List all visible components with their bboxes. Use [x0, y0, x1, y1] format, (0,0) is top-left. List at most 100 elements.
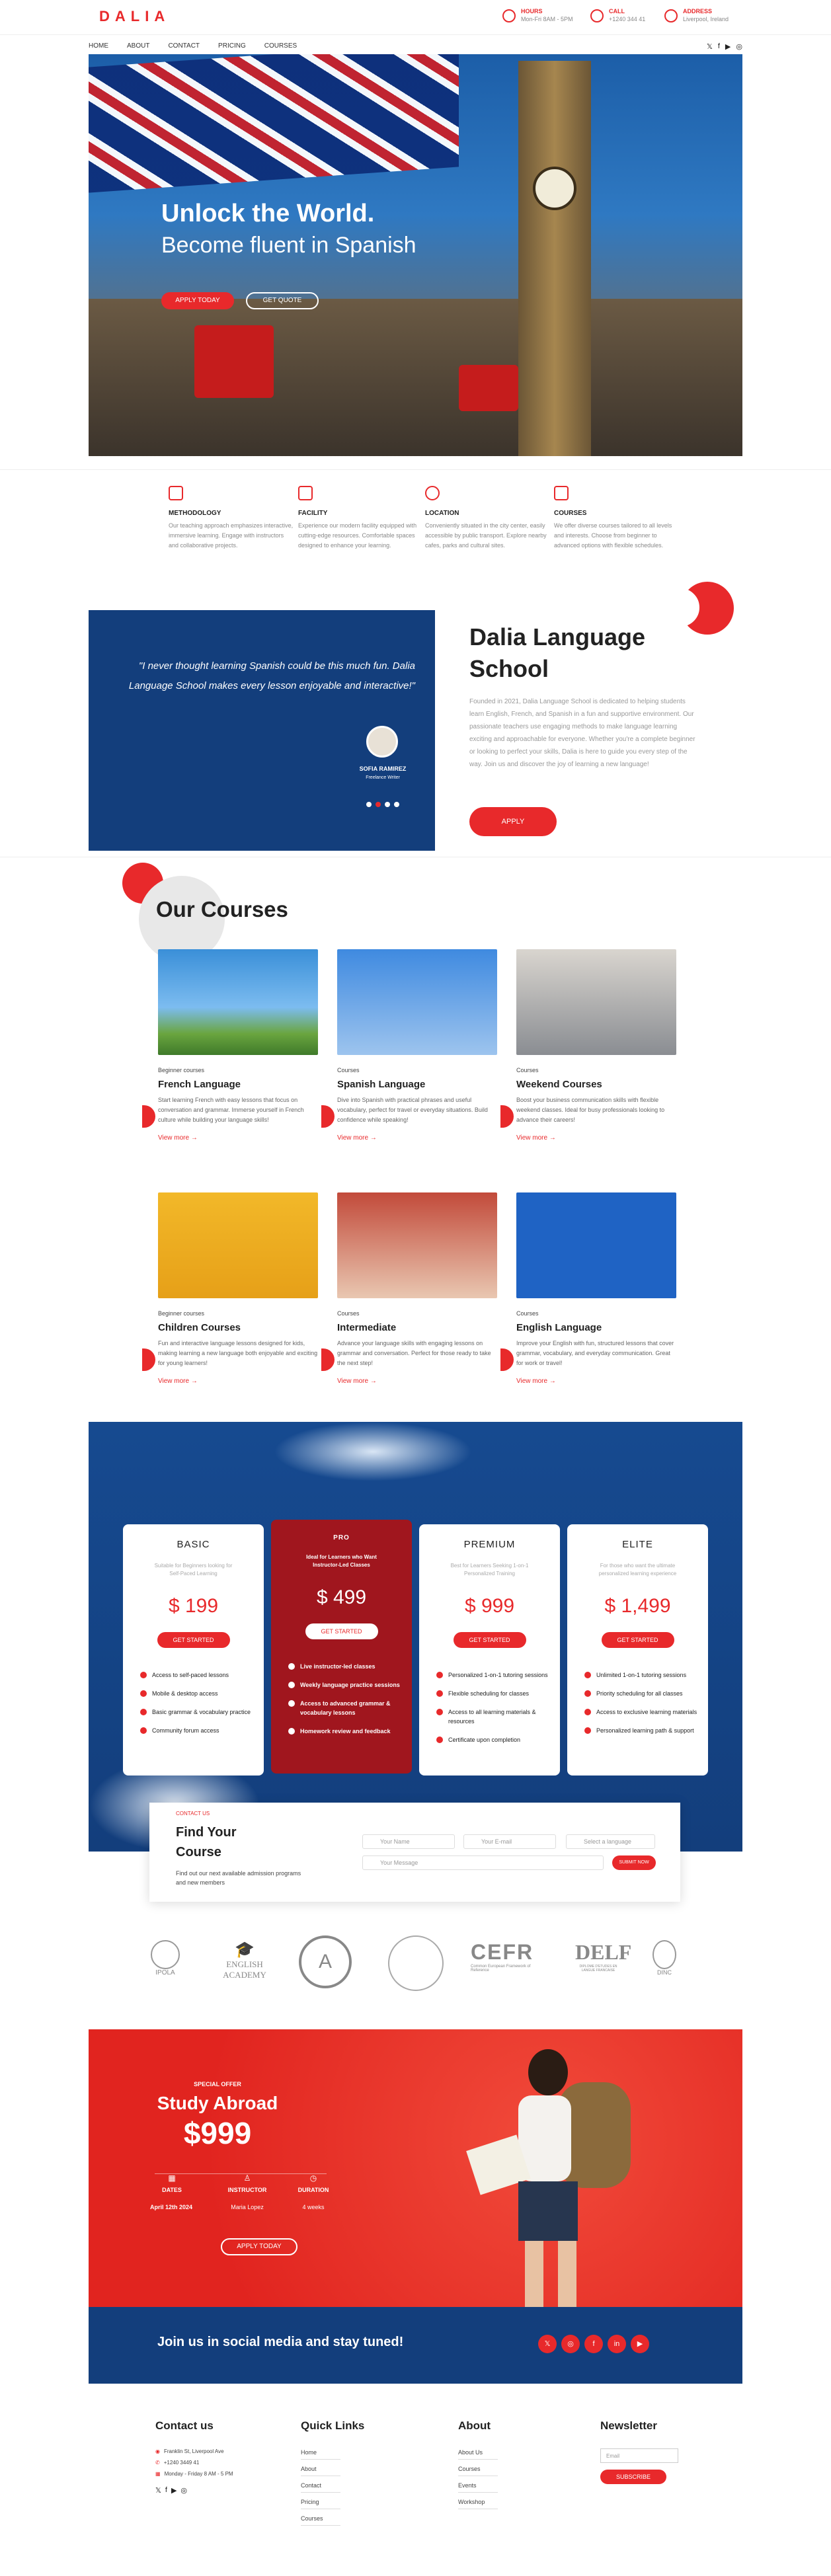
plan-feature: Access to all learning materials & resou… — [436, 1707, 560, 1726]
subscribe-button[interactable]: SUBSCRIBE — [600, 2470, 666, 2484]
dates-label: DATES — [162, 2187, 182, 2193]
course-card-french[interactable]: Beginner courses French Language Start l… — [142, 949, 318, 1142]
map-pin-icon — [664, 9, 678, 22]
feature-text: Our teaching approach emphasizes interac… — [169, 522, 294, 549]
footer-link-courses[interactable]: Courses — [301, 2509, 340, 2526]
x-icon[interactable]: 𝕏 — [538, 2335, 557, 2353]
footer-link-home[interactable]: Home — [301, 2443, 340, 2460]
dot[interactable] — [385, 802, 390, 807]
plan-feature: Live instructor-led classes — [288, 1662, 412, 1671]
youtube-icon[interactable]: ▶ — [171, 2486, 177, 2495]
nav-courses[interactable]: COURSES — [264, 42, 297, 50]
get-started-button[interactable]: GET STARTED — [157, 1632, 230, 1648]
course-category: Beginner courses — [158, 1310, 205, 1317]
testimonial-quote: "I never thought learning Spanish could … — [128, 660, 415, 691]
contact-title-line1: Find Your — [176, 1825, 237, 1840]
course-image-spain-flag[interactable] — [337, 949, 497, 1055]
course-image-group[interactable] — [516, 949, 676, 1055]
dot[interactable] — [366, 802, 372, 807]
hero-big-ben-image — [518, 61, 591, 456]
footer-link-courses[interactable]: Courses — [458, 2460, 498, 2476]
offer-apply-button[interactable]: APPLY TODAY — [221, 2238, 297, 2255]
arrow-right-icon: → — [549, 1378, 556, 1385]
view-more-link[interactable]: View more → — [516, 1134, 676, 1142]
name-input[interactable]: Your Name — [362, 1834, 455, 1849]
plan-feature: Flexible scheduling for classes — [436, 1689, 560, 1698]
course-card-children[interactable]: Beginner courses Children Courses Fun an… — [142, 1192, 318, 1385]
footer-link-pricing[interactable]: Pricing — [301, 2493, 340, 2509]
facebook-icon[interactable]: f — [165, 2486, 167, 2495]
feature-title: METHODOLOGY — [169, 510, 221, 517]
footer-link-contact[interactable]: Contact — [301, 2476, 340, 2493]
footer-link-about-us[interactable]: About Us — [458, 2443, 498, 2460]
footer-link-events[interactable]: Events — [458, 2476, 498, 2493]
get-started-button[interactable]: GET STARTED — [601, 1632, 674, 1648]
course-card-english[interactable]: Courses English Language Improve your En… — [500, 1192, 676, 1385]
course-title[interactable]: English Language — [516, 1322, 676, 1333]
view-more-link[interactable]: View more → — [516, 1378, 676, 1385]
social-banner-title: Join us in social media and stay tuned! — [157, 2335, 404, 2349]
call-value[interactable]: +1240 344 41 — [609, 16, 645, 22]
language-select[interactable]: Select a language — [566, 1834, 655, 1849]
plan-price: $ 999 — [464, 1595, 515, 1617]
youtube-icon[interactable]: ▶ — [631, 2335, 649, 2353]
get-quote-button[interactable]: GET QUOTE — [246, 292, 319, 309]
footer-phone[interactable]: ✆ +1240 3449 41 — [155, 2460, 233, 2466]
plan-feature: Unlimited 1-on-1 tutoring sessions — [584, 1670, 708, 1680]
get-started-button[interactable]: GET STARTED — [305, 1623, 378, 1639]
x-icon[interactable]: 𝕏 — [707, 42, 713, 51]
course-title[interactable]: French Language — [158, 1079, 318, 1090]
linkedin-icon[interactable]: in — [608, 2335, 626, 2353]
get-started-button[interactable]: GET STARTED — [453, 1632, 526, 1648]
course-image-uk-flag[interactable] — [516, 1192, 676, 1298]
footer-link-workshop[interactable]: Workshop — [458, 2493, 498, 2509]
instagram-icon[interactable]: ◎ — [180, 2486, 187, 2495]
offer-duration: ◷ DURATION — [287, 2173, 340, 2193]
plan-name: BASIC — [177, 1539, 210, 1550]
submit-button[interactable]: SUBMIT NOW — [612, 1855, 656, 1870]
view-more-link[interactable]: View more → — [158, 1378, 318, 1385]
course-title[interactable]: Intermediate — [337, 1322, 497, 1333]
avatar — [366, 726, 398, 758]
course-title[interactable]: Children Courses — [158, 1322, 318, 1333]
email-input[interactable]: Your E-mail — [463, 1834, 556, 1849]
newsletter-email-input[interactable]: Email — [600, 2448, 678, 2463]
nav-home[interactable]: HOME — [89, 42, 108, 50]
footer-link-about[interactable]: About — [301, 2460, 340, 2476]
course-image-eiffel[interactable] — [158, 949, 318, 1055]
view-more-link[interactable]: View more → — [337, 1378, 497, 1385]
carousel-dots[interactable] — [366, 802, 399, 807]
logo[interactable]: DALIA — [99, 8, 170, 25]
view-more-label: View more — [158, 1378, 190, 1385]
instagram-icon[interactable]: ◎ — [561, 2335, 580, 2353]
instagram-icon[interactable]: ◎ — [736, 42, 742, 51]
address-value: Liverpool, Ireland — [683, 16, 729, 22]
facebook-icon[interactable]: f — [584, 2335, 603, 2353]
view-more-link[interactable]: View more → — [337, 1134, 497, 1142]
view-more-link[interactable]: View more → — [158, 1134, 318, 1142]
course-card-spanish[interactable]: Courses Spanish Language Dive into Spani… — [321, 949, 497, 1142]
hero-banner: Unlock the World. Become fluent in Spani… — [89, 54, 742, 456]
course-card-weekend[interactable]: Courses Weekend Courses Boost your busin… — [500, 949, 676, 1142]
view-more-label: View more — [337, 1378, 369, 1385]
plan-feature: Weekly language practice sessions — [288, 1680, 412, 1690]
youtube-icon[interactable]: ▶ — [725, 42, 731, 51]
apply-today-button[interactable]: APPLY TODAY — [161, 292, 234, 309]
nav-about[interactable]: ABOUT — [127, 42, 149, 50]
facebook-icon[interactable]: f — [718, 42, 720, 51]
about-apply-button[interactable]: APPLY — [469, 807, 557, 836]
dot[interactable] — [394, 802, 399, 807]
course-title[interactable]: Weekend Courses — [516, 1079, 676, 1090]
course-image-classroom[interactable] — [337, 1192, 497, 1298]
plan-name: PREMIUM — [463, 1539, 516, 1550]
nav-pricing[interactable]: PRICING — [218, 42, 246, 50]
map-pin-icon: ◉ — [155, 2448, 160, 2454]
dot-active[interactable] — [376, 802, 381, 807]
x-icon[interactable]: 𝕏 — [155, 2486, 161, 2495]
course-title[interactable]: Spanish Language — [337, 1079, 497, 1090]
course-image-children[interactable] — [158, 1192, 318, 1298]
message-input[interactable]: Your Message — [362, 1855, 604, 1870]
course-card-intermediate[interactable]: Courses Intermediate Advance your langua… — [321, 1192, 497, 1385]
header-social: 𝕏f ▶ ◎ — [707, 42, 742, 51]
nav-contact[interactable]: CONTACT — [168, 42, 200, 50]
